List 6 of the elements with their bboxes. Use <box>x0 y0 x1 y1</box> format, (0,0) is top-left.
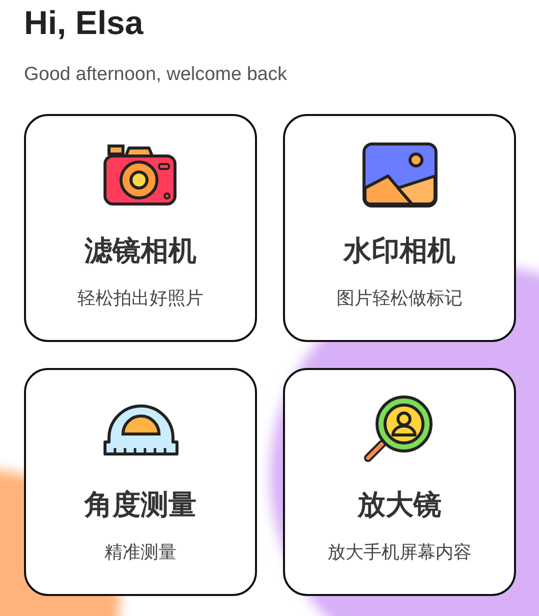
tool-card[interactable]: 放大镜 放大手机屏幕内容 <box>283 368 516 596</box>
tool-card[interactable]: 水印相机 图片轻松做标记 <box>283 114 516 342</box>
tool-card[interactable]: 角度测量 精准测量 <box>24 368 257 596</box>
greeting-title: Hi, Elsa <box>24 3 144 42</box>
greeting-subtitle: Good afternoon, welcome back <box>24 64 288 86</box>
tool-card[interactable]: 滤镜相机 轻松拍出好照片 <box>24 114 257 342</box>
